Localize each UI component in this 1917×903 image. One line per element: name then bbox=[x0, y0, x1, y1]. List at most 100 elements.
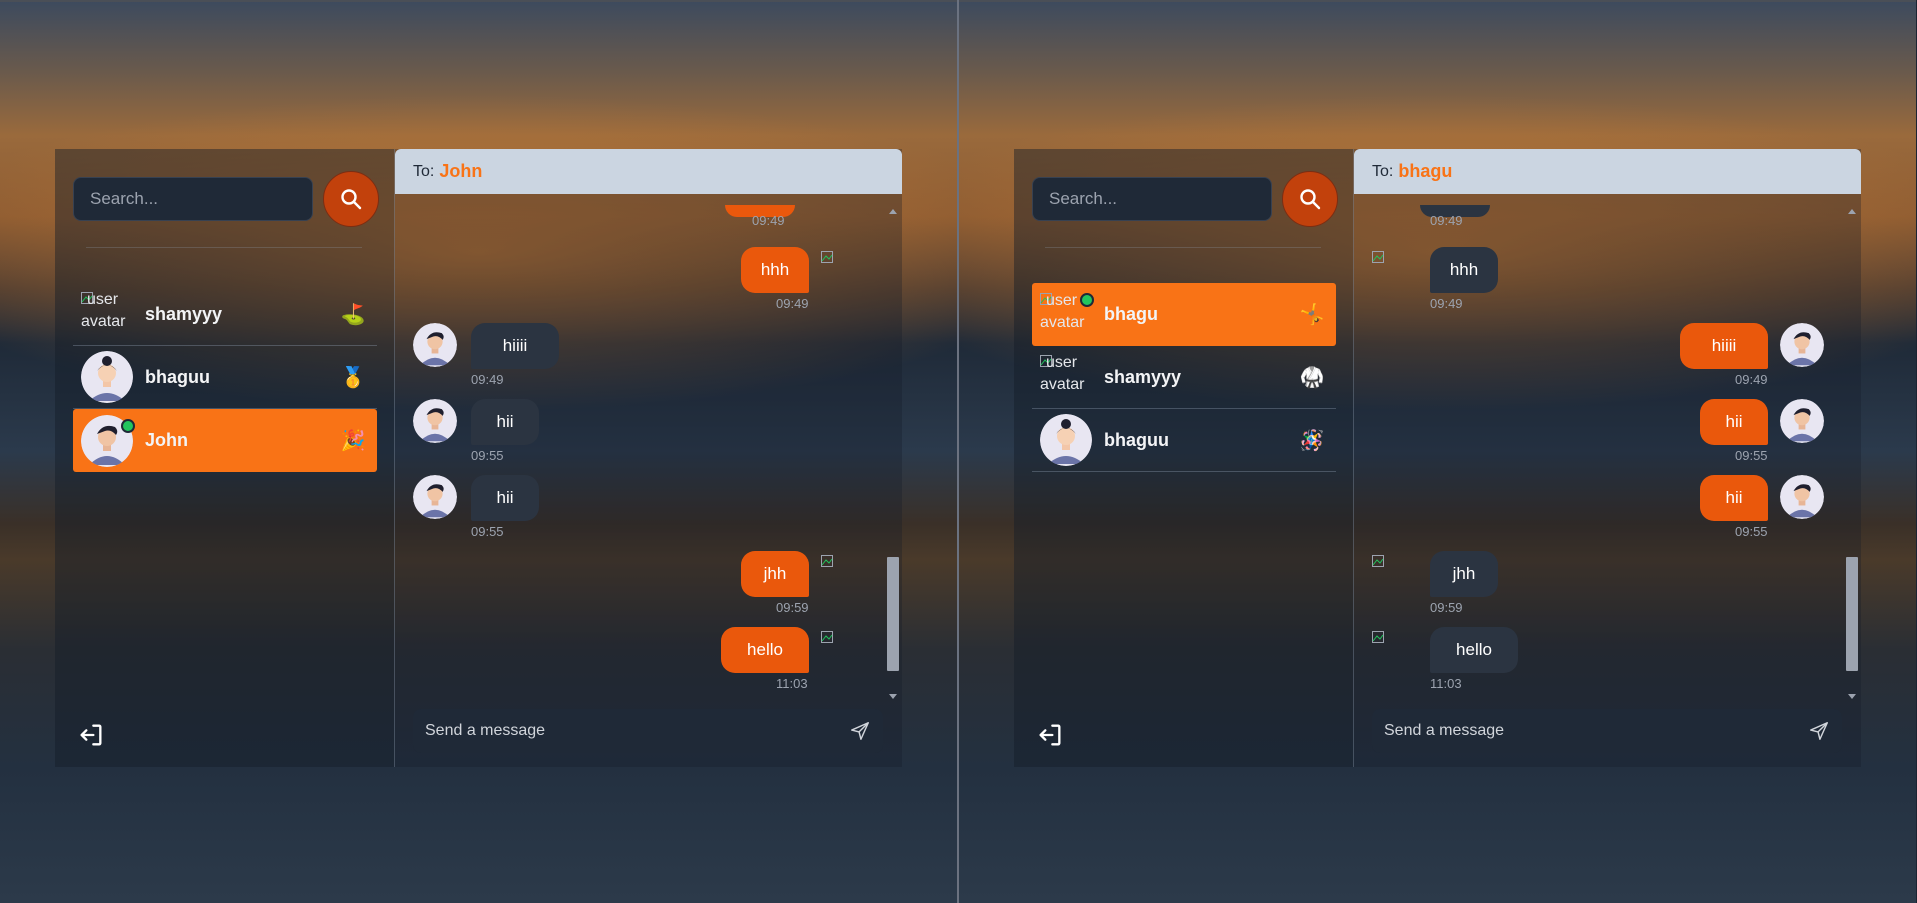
message-time: 11:03 bbox=[776, 676, 808, 691]
conversation-name: shamyyy bbox=[145, 303, 223, 324]
conversation-name: bhaguu bbox=[145, 366, 210, 387]
avatar-alt-text: avatar bbox=[81, 313, 126, 330]
message-avatar bbox=[413, 399, 457, 443]
search-icon bbox=[1300, 189, 1321, 210]
avatar bbox=[81, 351, 133, 403]
message-avatar bbox=[1372, 247, 1416, 291]
recipient-name: bhagu bbox=[1398, 161, 1453, 181]
message-list: 09:49 hhh 09:49 hiiii 09:49 hii 09:55 hii 09:55 j… bbox=[1354, 205, 1844, 695]
avatar-alt-text: avatar bbox=[1040, 313, 1085, 331]
conversation-item[interactable]: John 🎉 bbox=[73, 409, 377, 472]
search-input[interactable] bbox=[73, 177, 313, 221]
to-label: To: bbox=[1372, 162, 1394, 180]
incoming-message: hhh bbox=[1430, 247, 1498, 293]
search-input[interactable] bbox=[1032, 177, 1272, 221]
outgoing-message: hii bbox=[1700, 475, 1768, 521]
incoming-message: hii bbox=[471, 475, 539, 521]
conversation-name: shamyyy bbox=[1104, 366, 1182, 387]
avatar-alt-text: user bbox=[87, 291, 119, 308]
recipient-name: John bbox=[439, 161, 483, 181]
conversation-item[interactable]: user avatar shamyyy 🥋 bbox=[1032, 346, 1336, 409]
send-icon[interactable] bbox=[849, 720, 871, 742]
avatar: user avatar bbox=[81, 288, 133, 340]
logout-icon[interactable] bbox=[77, 721, 105, 749]
message-avatar bbox=[1780, 323, 1824, 367]
search-bar bbox=[1032, 171, 1338, 227]
sidebar-divider bbox=[86, 247, 362, 248]
message-time: 09:55 bbox=[471, 448, 504, 463]
left-window: user avatar shamyyy ⛳ bhaguu 🥇 John 🎉 To: John … bbox=[0, 0, 957, 903]
incoming-message: hello bbox=[1430, 627, 1518, 673]
message-avatar bbox=[413, 323, 457, 367]
conversation-item[interactable]: bhaguu 🥇 bbox=[73, 346, 377, 409]
outgoing-message: jhh bbox=[741, 551, 809, 597]
message-avatar bbox=[1372, 551, 1416, 595]
search-bar bbox=[73, 171, 379, 227]
conversation-list: user avatar bhagu 🤸 user avatar shamyyy 🥋 bhaguu… bbox=[1032, 283, 1336, 472]
incoming-message: jhh bbox=[1430, 551, 1498, 597]
message-avatar bbox=[413, 475, 457, 519]
avatar: user avatar bbox=[1040, 351, 1092, 403]
avatar bbox=[81, 414, 135, 467]
scroll-down-arrow[interactable] bbox=[889, 694, 897, 699]
conversation-item[interactable]: bhaguu 🪅 bbox=[1032, 409, 1336, 472]
message-avatar bbox=[821, 551, 865, 595]
search-icon bbox=[341, 189, 362, 210]
message-time: 09:49 bbox=[1430, 213, 1463, 228]
message-time: 09:49 bbox=[1735, 372, 1768, 387]
scroll-thumb[interactable] bbox=[1846, 557, 1858, 671]
message-composer bbox=[413, 709, 883, 753]
outgoing-message: hiiii bbox=[1680, 323, 1768, 369]
message-avatar bbox=[821, 627, 865, 671]
conversation-list: user avatar shamyyy ⛳ bhaguu 🥇 John 🎉 bbox=[73, 283, 377, 472]
scrollbar[interactable] bbox=[1845, 209, 1858, 699]
message-time: 09:49 bbox=[776, 296, 809, 311]
message-input[interactable] bbox=[1372, 709, 1816, 753]
chat-panel: To: John 09:49 hhh 09:49 hiiii 09:49 hii 09:55… bbox=[395, 149, 902, 767]
conversation-emoji: 🥇 bbox=[340, 366, 366, 389]
message-time: 09:59 bbox=[1430, 600, 1463, 615]
message-time: 09:49 bbox=[752, 213, 785, 228]
message-time: 09:55 bbox=[1735, 448, 1768, 463]
message-avatar bbox=[1780, 475, 1824, 519]
window-top-border bbox=[959, 0, 1916, 2]
sidebar: user avatar shamyyy ⛳ bhaguu 🥇 John 🎉 bbox=[55, 149, 395, 767]
message-list: 09:49 hhh 09:49 hiiii 09:49 hii 09:55 hii 09:55 j… bbox=[395, 205, 885, 695]
chat-header: To: John bbox=[395, 149, 902, 194]
scroll-down-arrow[interactable] bbox=[1848, 694, 1856, 699]
scrollbar[interactable] bbox=[886, 209, 899, 699]
incoming-message: hiiii bbox=[471, 323, 559, 369]
to-label: To: bbox=[413, 162, 435, 180]
conversation-name: bhagu bbox=[1104, 304, 1158, 324]
message-time: 09:59 bbox=[776, 600, 809, 615]
window-top-border bbox=[0, 0, 957, 2]
conversation-emoji: 🪅 bbox=[1299, 429, 1325, 452]
message-avatar bbox=[1372, 627, 1416, 671]
conversation-emoji: ⛳ bbox=[340, 303, 366, 326]
right-window: useravatarbhagu🤸useravatarshamyyy🥋bhaguu… bbox=[959, 0, 1916, 903]
search-button[interactable] bbox=[1282, 171, 1338, 227]
scroll-thumb[interactable] bbox=[887, 557, 899, 671]
conversation-item[interactable]: user avatar shamyyy ⛳ bbox=[73, 283, 377, 346]
message-time: 09:49 bbox=[1430, 296, 1463, 311]
conversation-emoji: 🤸 bbox=[1299, 304, 1325, 326]
conversation-item[interactable]: user avatar bhagu 🤸 bbox=[1032, 283, 1336, 346]
logout-icon[interactable] bbox=[1036, 721, 1064, 749]
send-icon[interactable] bbox=[1808, 720, 1830, 742]
outgoing-message: hello bbox=[721, 627, 809, 673]
outgoing-message: hhh bbox=[741, 247, 809, 293]
message-time: 09:55 bbox=[1735, 524, 1768, 539]
message-time: 09:49 bbox=[471, 372, 504, 387]
scroll-up-arrow[interactable] bbox=[889, 209, 897, 214]
outgoing-message: hii bbox=[1700, 399, 1768, 445]
message-avatar bbox=[821, 247, 865, 291]
message-time: 11:03 bbox=[1430, 676, 1462, 691]
chat-header: To: bhagu bbox=[1354, 149, 1861, 194]
avatar bbox=[1040, 414, 1092, 466]
search-button[interactable] bbox=[323, 171, 379, 227]
message-input[interactable] bbox=[413, 709, 857, 753]
conversation-name: bhaguu bbox=[1104, 429, 1169, 450]
message-composer bbox=[1372, 709, 1842, 753]
avatar-alt-text: user bbox=[1046, 291, 1078, 309]
scroll-up-arrow[interactable] bbox=[1848, 209, 1856, 214]
